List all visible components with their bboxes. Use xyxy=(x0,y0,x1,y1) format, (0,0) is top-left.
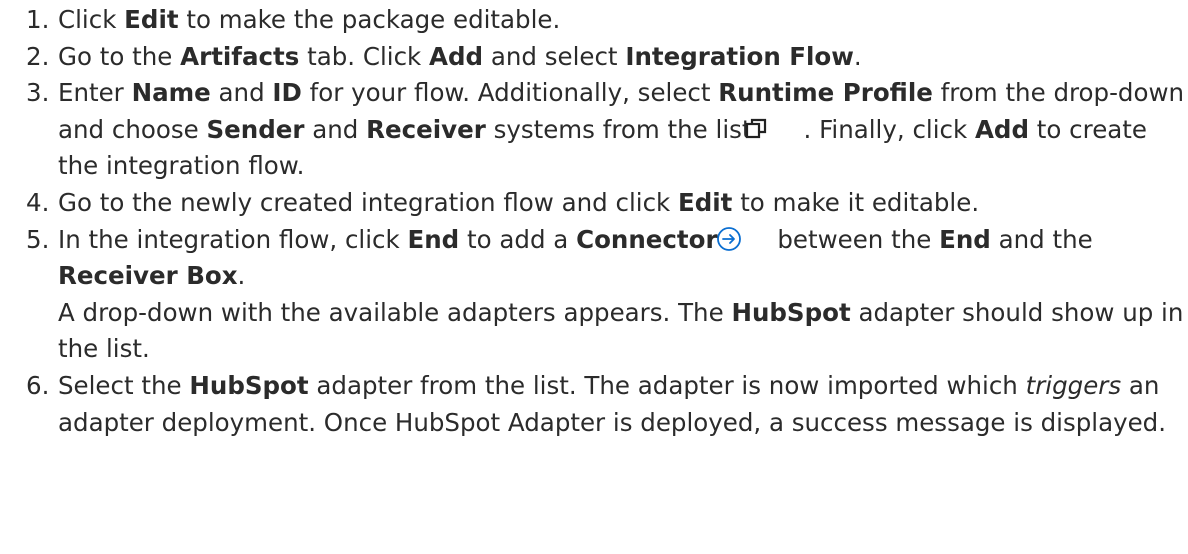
emphasis-triggers: triggers xyxy=(1025,370,1122,400)
ui-term-add: Add xyxy=(974,114,1030,144)
step-text: Go to the newly created integration flow… xyxy=(58,185,1188,222)
ui-term-receiver: Receiver xyxy=(366,114,486,144)
ui-term-artifacts: Artifacts xyxy=(180,41,300,71)
step-6: 6. Select the HubSpot adapter from the l… xyxy=(0,368,1188,441)
step-text-run: Go to the newly created integration flow… xyxy=(58,187,679,217)
step-number: 3. xyxy=(26,78,50,108)
step-1: 1. Click Edit to make the package editab… xyxy=(0,2,1188,39)
step-text: Click Edit to make the package editable. xyxy=(58,2,1188,39)
step-number: 5. xyxy=(26,224,50,254)
ui-term-add: Add xyxy=(429,41,484,71)
instruction-steps: 1. Click Edit to make the package editab… xyxy=(0,2,1188,441)
ui-term-name: Name xyxy=(131,78,211,108)
step-text: In the integration flow, click End to ad… xyxy=(58,222,1188,295)
ui-term-sender: Sender xyxy=(206,114,305,144)
ui-term-edit: Edit xyxy=(124,5,179,34)
ui-term-connector: Connector xyxy=(576,224,718,254)
step-text-run: to make it editable. xyxy=(732,187,980,217)
step-text-run: to add a xyxy=(459,224,577,254)
step-text-run: Click xyxy=(58,5,125,34)
step-text-run: . xyxy=(853,41,862,71)
step-text-run: to make the package editable. xyxy=(178,5,561,34)
step-number: 2. xyxy=(26,41,50,71)
step-text-run: and xyxy=(210,78,273,108)
step-text-run: In the integration flow, click xyxy=(58,224,408,254)
step-text-run: . xyxy=(237,261,246,291)
step-5: 5. In the integration flow, click End to… xyxy=(0,222,1188,368)
step-text-run: Enter xyxy=(58,78,132,108)
step-text-run: tab. Click xyxy=(299,41,430,71)
step-number: 4. xyxy=(26,187,50,217)
ui-term-hubspot: HubSpot xyxy=(731,297,851,327)
step-text-run: and xyxy=(304,114,367,144)
ui-term-receiver-box: Receiver Box xyxy=(58,261,238,291)
step-3: 3. Enter Name and ID for your flow. Addi… xyxy=(0,75,1188,185)
step-text-run: . Finally, click xyxy=(803,114,975,144)
step-text: Select the HubSpot adapter from the list… xyxy=(58,368,1188,441)
step-4: 4. Go to the newly created integration f… xyxy=(0,185,1188,222)
ui-term-end: End xyxy=(407,224,460,254)
step-text-run: Go to the xyxy=(58,41,181,71)
step-text-run: for your flow. Additionally, select xyxy=(301,78,719,108)
step-text-run: Select the xyxy=(58,370,190,400)
step-text-run: adapter from the list. The adapter is no… xyxy=(308,370,1026,400)
external-link-icon[interactable] xyxy=(744,115,770,141)
step-text-run: and the xyxy=(990,224,1093,254)
ui-term-edit: Edit xyxy=(678,187,733,217)
step-number: 6. xyxy=(26,370,50,400)
step-text: Go to the Artifacts tab. Click Add and s… xyxy=(58,39,1188,76)
ui-term-id: ID xyxy=(272,78,302,108)
step-text-run: between the xyxy=(769,224,940,254)
arrow-right-circle-icon xyxy=(716,226,742,252)
step-text-run: A drop-down with the available adapters … xyxy=(58,297,732,327)
ui-term-runtime-profile: Runtime Profile xyxy=(718,78,933,108)
ui-term-hubspot: HubSpot xyxy=(189,370,309,400)
step-text-run: systems from the list xyxy=(485,114,752,144)
step-number: 1. xyxy=(26,5,50,34)
ui-term-integration-flow: Integration Flow xyxy=(625,41,854,71)
step-text: Enter Name and ID for your flow. Additio… xyxy=(58,75,1188,185)
step-2: 2. Go to the Artifacts tab. Click Add an… xyxy=(0,39,1188,76)
step-text-run: and select xyxy=(483,41,626,71)
step-note: A drop-down with the available adapters … xyxy=(58,295,1188,368)
ui-term-end: End xyxy=(939,224,991,254)
